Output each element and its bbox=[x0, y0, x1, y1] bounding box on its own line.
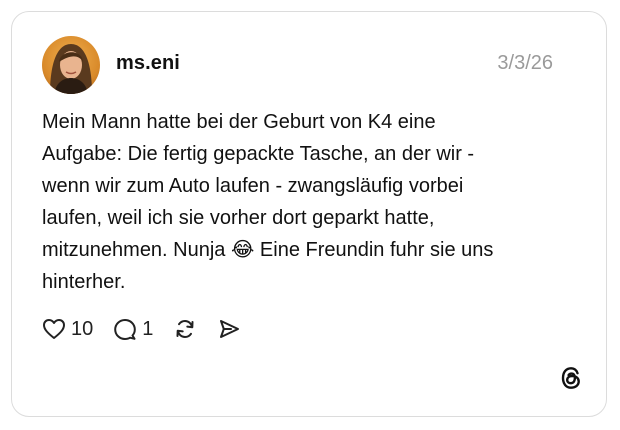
post-date: 3/3/26 bbox=[497, 52, 553, 74]
like-button[interactable]: 10 bbox=[42, 318, 93, 341]
avatar[interactable] bbox=[42, 36, 100, 94]
reply-count: 1 bbox=[142, 317, 154, 340]
repost-icon bbox=[176, 319, 194, 339]
post-card: ms.eni 3/3/26 Mein Mann hatte bei der Ge… bbox=[11, 11, 607, 417]
repost-button[interactable] bbox=[173, 317, 197, 341]
reply-button[interactable]: 1 bbox=[113, 317, 153, 341]
username[interactable]: ms.eni bbox=[116, 52, 180, 75]
heart-icon bbox=[43, 319, 65, 339]
threads-logo-icon[interactable] bbox=[558, 365, 584, 391]
speech-bubble-icon bbox=[114, 319, 137, 340]
post-text: Mein Mann hatte bei der Geburt von K4 ei… bbox=[42, 111, 494, 293]
like-count: 10 bbox=[71, 317, 94, 340]
send-icon bbox=[220, 320, 240, 338]
action-bar: 10 1 bbox=[42, 314, 261, 344]
avatar-image bbox=[42, 36, 100, 94]
share-button[interactable] bbox=[217, 317, 241, 341]
